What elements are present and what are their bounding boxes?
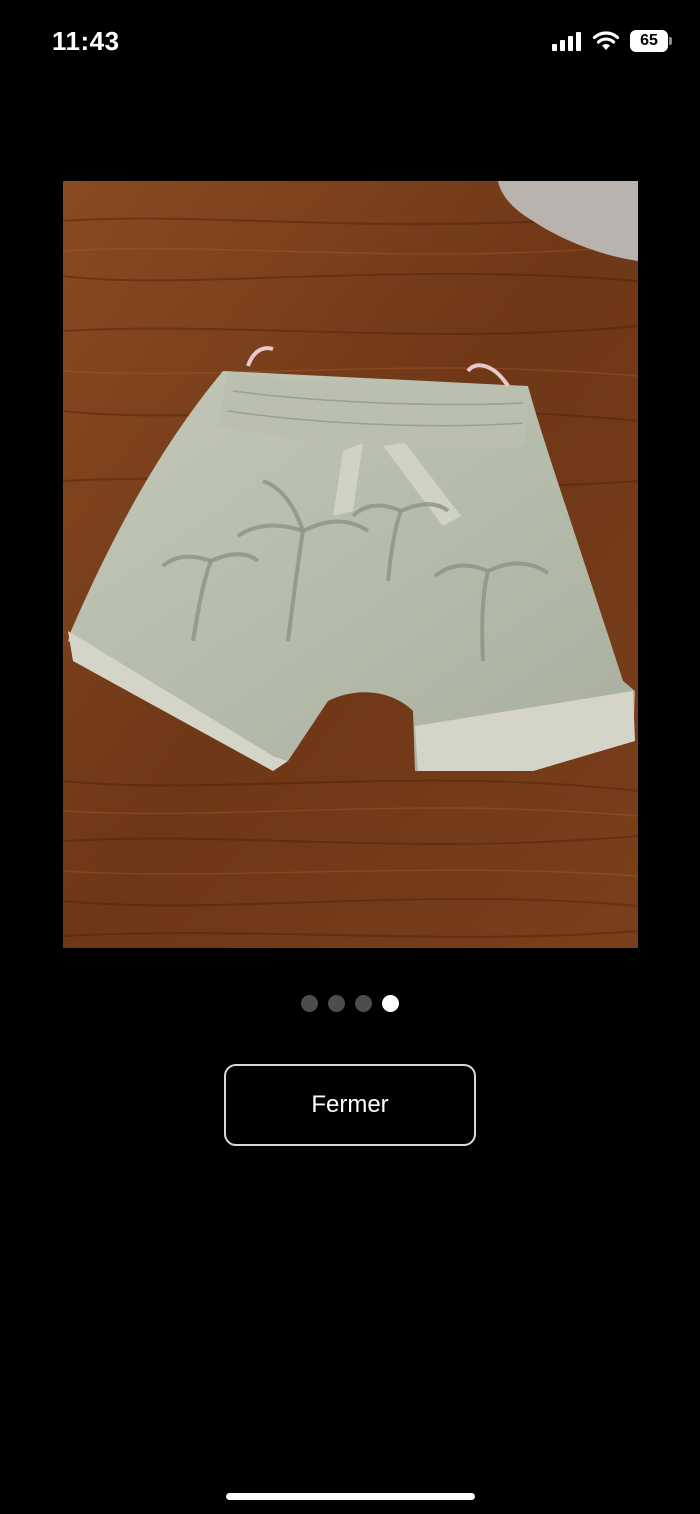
page-dot-4-active[interactable] — [382, 995, 399, 1012]
page-dot-1[interactable] — [301, 995, 318, 1012]
product-photo[interactable] — [63, 181, 638, 948]
image-viewer-screen: 11:43 65 Fermer — [0, 0, 700, 1514]
page-dot-2[interactable] — [328, 995, 345, 1012]
page-indicator — [0, 995, 700, 1012]
status-icons: 65 — [552, 30, 672, 52]
home-indicator[interactable] — [226, 1493, 475, 1500]
battery-tip — [669, 37, 672, 45]
close-button[interactable]: Fermer — [224, 1064, 476, 1146]
battery-icon: 65 — [630, 30, 672, 52]
status-bar: 11:43 65 — [0, 0, 700, 90]
status-time: 11:43 — [52, 26, 120, 56]
shorts-photo-illustration — [63, 181, 638, 948]
page-dot-3[interactable] — [355, 995, 372, 1012]
battery-level: 65 — [630, 30, 668, 52]
signal-icon — [552, 32, 581, 51]
wifi-icon — [592, 31, 620, 50]
